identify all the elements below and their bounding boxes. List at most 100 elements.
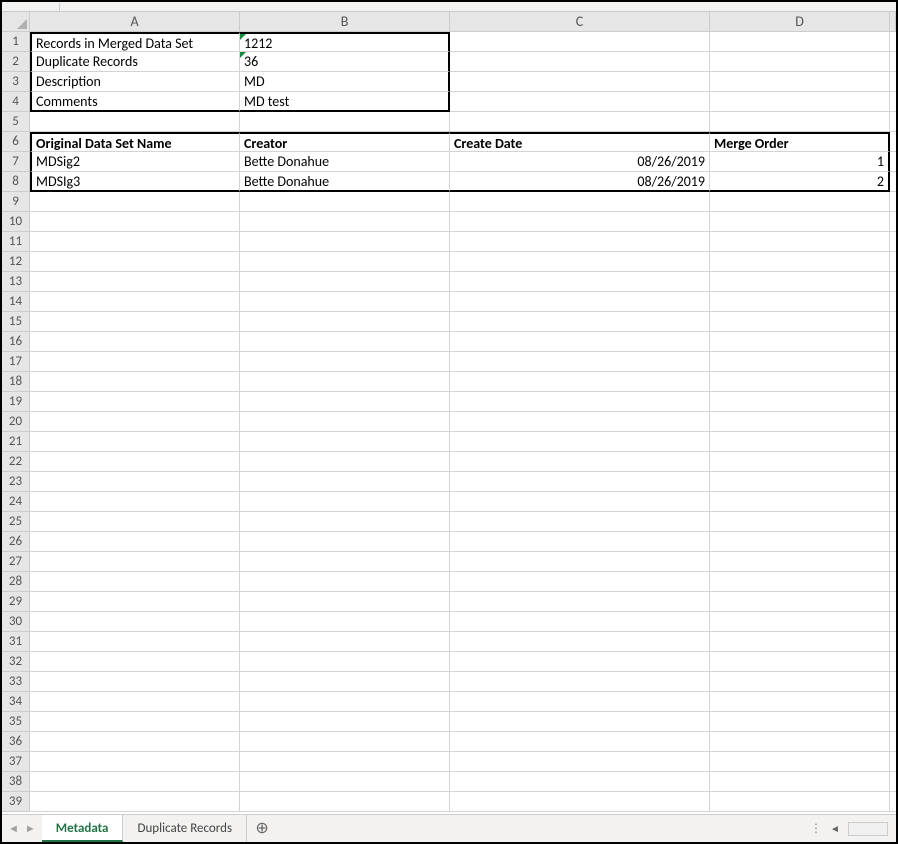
cell[interactable]	[450, 752, 710, 772]
row-header[interactable]: 22	[2, 452, 30, 472]
row-header[interactable]: 6	[2, 132, 30, 152]
cell[interactable]	[890, 372, 896, 392]
cell[interactable]	[30, 252, 240, 272]
row-header[interactable]: 10	[2, 212, 30, 232]
row-header[interactable]: 16	[2, 332, 30, 352]
cell[interactable]: 36	[240, 52, 450, 72]
cell[interactable]	[890, 692, 896, 712]
row-header[interactable]: 21	[2, 432, 30, 452]
cell[interactable]	[890, 752, 896, 772]
cell[interactable]	[710, 612, 890, 632]
cell[interactable]: MDSig2	[30, 152, 240, 172]
row-header[interactable]: 2	[2, 52, 30, 72]
row-header[interactable]: 38	[2, 772, 30, 792]
cell[interactable]	[240, 432, 450, 452]
row-header[interactable]: 1	[2, 32, 30, 52]
cell[interactable]: MD test	[240, 92, 450, 112]
cell[interactable]	[890, 72, 896, 92]
cell[interactable]	[450, 772, 710, 792]
cell[interactable]	[710, 232, 890, 252]
cell[interactable]	[30, 312, 240, 332]
cell[interactable]: Comments	[30, 92, 240, 112]
cell[interactable]	[710, 312, 890, 332]
cell[interactable]	[890, 792, 896, 812]
cell[interactable]	[450, 632, 710, 652]
cell[interactable]: Duplicate Records	[30, 52, 240, 72]
cell[interactable]	[450, 52, 710, 72]
cell[interactable]	[890, 132, 896, 152]
row-header[interactable]: 11	[2, 232, 30, 252]
row-header[interactable]: 30	[2, 612, 30, 632]
cell[interactable]	[240, 692, 450, 712]
cell[interactable]	[890, 212, 896, 232]
row-header[interactable]: 9	[2, 192, 30, 212]
cell[interactable]	[710, 292, 890, 312]
cell[interactable]	[890, 712, 896, 732]
row-header[interactable]: 18	[2, 372, 30, 392]
row-header[interactable]: 39	[2, 792, 30, 812]
cell[interactable]	[450, 352, 710, 372]
cell[interactable]	[450, 732, 710, 752]
cell[interactable]	[30, 392, 240, 412]
row-header[interactable]: 29	[2, 592, 30, 612]
cell[interactable]	[710, 512, 890, 532]
cell[interactable]	[30, 272, 240, 292]
cell[interactable]	[450, 492, 710, 512]
cell[interactable]	[890, 392, 896, 412]
cell[interactable]	[890, 532, 896, 552]
select-all-corner[interactable]	[2, 12, 30, 32]
cell[interactable]	[30, 692, 240, 712]
cell[interactable]: Bette Donahue	[240, 152, 450, 172]
cell[interactable]	[450, 472, 710, 492]
cell[interactable]	[240, 752, 450, 772]
cell[interactable]	[710, 392, 890, 412]
tab-prev-icon[interactable]: ►	[25, 822, 36, 835]
cell[interactable]	[240, 712, 450, 732]
cell[interactable]	[710, 792, 890, 812]
cell[interactable]	[30, 512, 240, 532]
cell[interactable]	[240, 332, 450, 352]
cell[interactable]	[450, 512, 710, 532]
cell[interactable]	[240, 212, 450, 232]
cell[interactable]	[890, 652, 896, 672]
cell[interactable]	[30, 192, 240, 212]
cell[interactable]	[240, 272, 450, 292]
cell[interactable]	[240, 352, 450, 372]
cell[interactable]	[890, 332, 896, 352]
cell[interactable]	[710, 712, 890, 732]
cell[interactable]	[710, 472, 890, 492]
cell[interactable]	[450, 252, 710, 272]
cell[interactable]: Original Data Set Name	[30, 132, 240, 152]
cell[interactable]	[890, 152, 896, 172]
cell[interactable]	[240, 492, 450, 512]
cell[interactable]	[30, 712, 240, 732]
cell[interactable]: 2	[710, 172, 890, 192]
cell[interactable]	[240, 472, 450, 492]
cell[interactable]	[240, 652, 450, 672]
row-header[interactable]: 13	[2, 272, 30, 292]
row-header[interactable]: 5	[2, 112, 30, 132]
row-header[interactable]: 7	[2, 152, 30, 172]
cell[interactable]: Description	[30, 72, 240, 92]
cell[interactable]	[240, 552, 450, 572]
cell[interactable]	[240, 452, 450, 472]
cell[interactable]	[450, 592, 710, 612]
row-header[interactable]: 34	[2, 692, 30, 712]
cell[interactable]	[890, 312, 896, 332]
cell[interactable]	[240, 792, 450, 812]
cell[interactable]	[450, 412, 710, 432]
cell[interactable]	[710, 192, 890, 212]
cell[interactable]	[30, 112, 240, 132]
cell[interactable]: 1212	[240, 32, 450, 52]
cell[interactable]	[890, 432, 896, 452]
row-header[interactable]: 37	[2, 752, 30, 772]
cell[interactable]	[890, 192, 896, 212]
cell[interactable]	[890, 52, 896, 72]
row-header[interactable]: 31	[2, 632, 30, 652]
cell[interactable]	[890, 772, 896, 792]
cell[interactable]	[710, 72, 890, 92]
cell[interactable]	[30, 532, 240, 552]
cell[interactable]	[890, 612, 896, 632]
row-header[interactable]: 19	[2, 392, 30, 412]
cell[interactable]	[30, 432, 240, 452]
